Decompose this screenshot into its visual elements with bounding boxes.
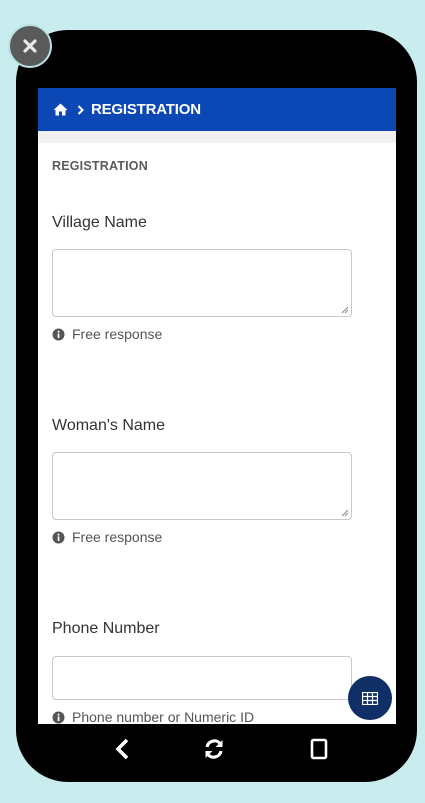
section-title: REGISTRATION [52, 159, 148, 173]
womans-name-input[interactable] [52, 452, 352, 520]
home-icon[interactable] [53, 103, 68, 116]
grid-menu-button[interactable] [348, 676, 392, 720]
hint-text: Phone number or Numeric ID [72, 709, 255, 724]
back-arrow-icon[interactable] [114, 738, 130, 760]
village-name-input[interactable] [52, 249, 352, 317]
device-navigation-bar [16, 724, 417, 776]
question-village-name: Village Name Free response [52, 214, 352, 342]
header-divider [38, 131, 396, 143]
info-icon [52, 328, 65, 341]
question-womans-name: Woman's Name Free response [52, 417, 352, 545]
chevron-right-icon [77, 104, 84, 115]
question-label: Village Name [52, 214, 147, 231]
breadcrumb-current[interactable]: REGISTRATION [91, 101, 201, 118]
resize-handle-icon[interactable] [340, 508, 349, 517]
app-screen: REGISTRATION REGISTRATION Village Name F… [38, 88, 396, 724]
question-hint: Free response [52, 529, 352, 545]
refresh-icon[interactable] [203, 738, 225, 760]
info-icon [52, 711, 65, 724]
rotate-device-icon[interactable] [310, 738, 328, 760]
hint-text: Free response [72, 529, 163, 545]
question-label: Phone Number [52, 620, 160, 637]
close-button[interactable] [8, 24, 52, 68]
hint-text: Free response [72, 326, 163, 342]
grid-icon [362, 691, 378, 705]
breadcrumb: REGISTRATION [38, 88, 396, 131]
info-icon [52, 531, 65, 544]
resize-handle-icon[interactable] [340, 305, 349, 314]
question-hint: Free response [52, 326, 352, 342]
question-hint: Phone number or Numeric ID [52, 709, 352, 724]
close-icon [23, 39, 37, 53]
question-phone-number: Phone Number Phone number or Numeric ID [52, 620, 352, 724]
question-label: Woman's Name [52, 417, 166, 434]
phone-number-input[interactable] [52, 656, 352, 700]
